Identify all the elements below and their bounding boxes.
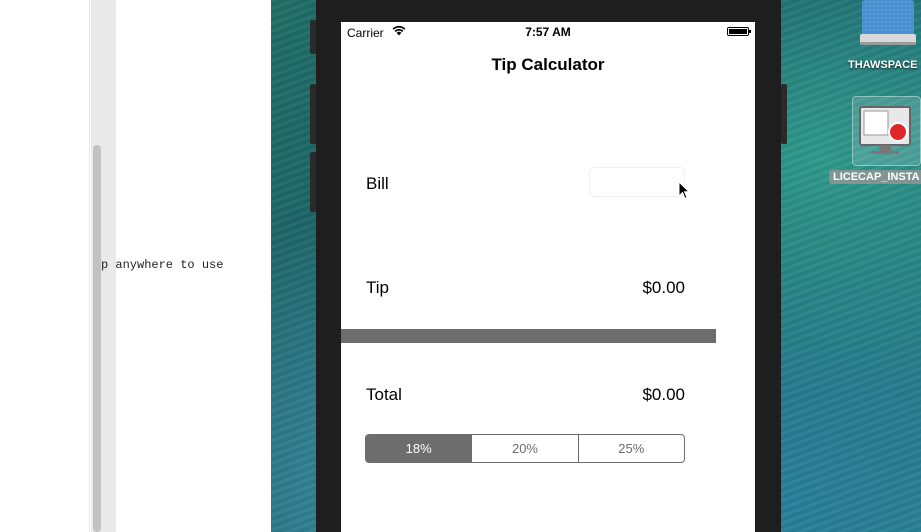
tip-label: Tip	[366, 278, 389, 297]
tip-amount-value: $0.00	[642, 278, 685, 297]
battery-icon	[727, 27, 751, 36]
hard-drive-icon[interactable]	[860, 0, 916, 46]
device-power-button	[781, 84, 787, 144]
licecap-monitor-icon	[859, 106, 911, 154]
bill-label: Bill	[366, 174, 389, 193]
page-title: Tip Calculator	[491, 55, 605, 74]
status-time: 7:57 AM	[525, 25, 571, 39]
status-bar: Carrier 7:57 AM	[341, 22, 755, 42]
device-silent-switch	[310, 20, 316, 54]
tip-percentage-control[interactable]: 18% 20% 25%	[365, 434, 685, 463]
tip-segment-25[interactable]: 25%	[577, 435, 684, 462]
code-editor-pane: p anywhere to use	[0, 0, 271, 532]
bill-amount-field[interactable]	[589, 167, 685, 197]
device-volume-up-button	[310, 84, 316, 144]
editor-scrollbar-thumb[interactable]	[93, 145, 101, 532]
drive-icon-label[interactable]: THAWSPACE	[848, 59, 917, 71]
editor-code-line[interactable]: p anywhere to use	[101, 258, 223, 272]
total-label: Total	[366, 385, 402, 404]
licecap-icon[interactable]	[852, 96, 921, 166]
separator-bar	[341, 329, 716, 343]
licecap-icon-label[interactable]: LICECAP_INSTA	[829, 170, 921, 184]
device-volume-down-button	[310, 152, 316, 212]
simulator-screen: Carrier 7:57 AM Tip Calculator Bill Tip …	[341, 22, 755, 532]
tip-segment-18[interactable]: 18%	[366, 435, 472, 462]
mouse-pointer-icon	[678, 181, 690, 200]
editor-gutter-divider	[89, 0, 90, 532]
total-amount-value: $0.00	[642, 385, 685, 404]
tip-segment-20[interactable]: 20%	[471, 435, 577, 462]
